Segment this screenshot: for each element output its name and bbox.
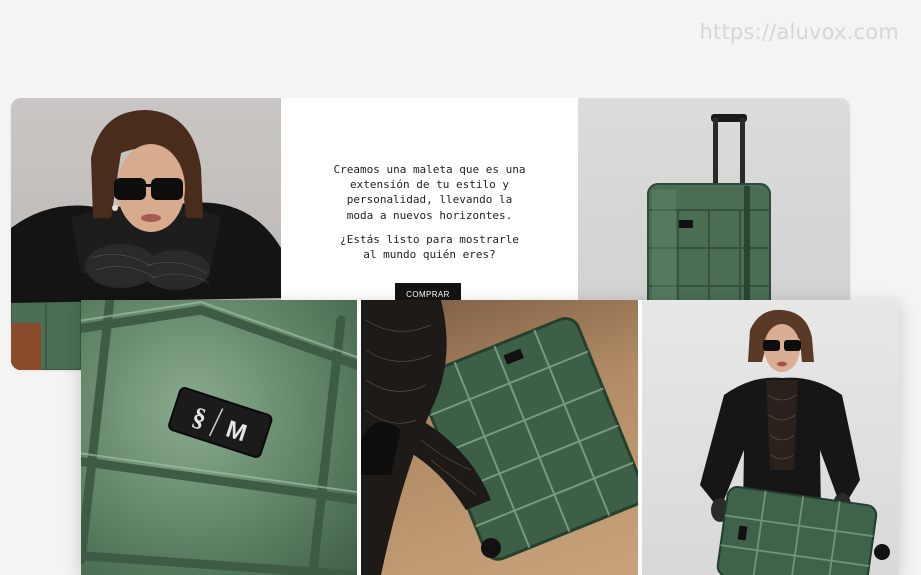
promo-paragraph-1: Creamos una maleta que es una extensión … <box>333 163 526 222</box>
site-watermark: https://aluvox.com <box>699 20 899 44</box>
kneeling-woman-suitcase-photo <box>361 300 638 575</box>
gallery-bottom-row: § M <box>81 300 899 575</box>
promo-paragraph-2: ¿Estás listo para mostrarle al mundo qui… <box>340 233 519 262</box>
suitcase-logo-closeup-photo: § M <box>81 300 357 575</box>
standing-woman-suitcase-photo <box>642 300 899 575</box>
